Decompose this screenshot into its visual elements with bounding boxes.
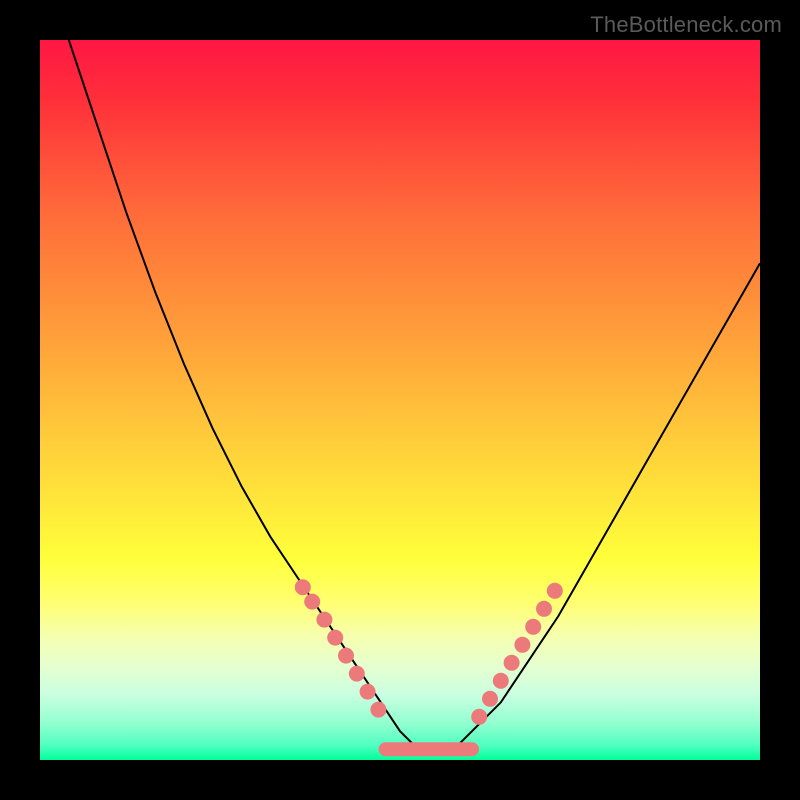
chart-frame: TheBottleneck.com (0, 0, 800, 800)
data-marker-left (360, 684, 376, 700)
data-marker-right (547, 583, 563, 599)
data-marker-right (514, 637, 530, 653)
curve-svg (40, 40, 760, 760)
data-marker-left (295, 579, 311, 595)
data-marker-right (471, 709, 487, 725)
data-marker-left (338, 648, 354, 664)
data-marker-right (493, 673, 509, 689)
bottleneck-curve (69, 40, 760, 753)
watermark-text: TheBottleneck.com (590, 12, 782, 38)
data-marker-left (349, 666, 365, 682)
data-marker-left (327, 630, 343, 646)
data-markers-group (295, 579, 563, 725)
data-marker-right (525, 619, 541, 635)
data-marker-right (536, 601, 552, 617)
data-marker-right (504, 655, 520, 671)
data-marker-left (316, 612, 332, 628)
data-marker-right (482, 691, 498, 707)
data-marker-left (304, 594, 320, 610)
data-marker-left (370, 702, 386, 718)
